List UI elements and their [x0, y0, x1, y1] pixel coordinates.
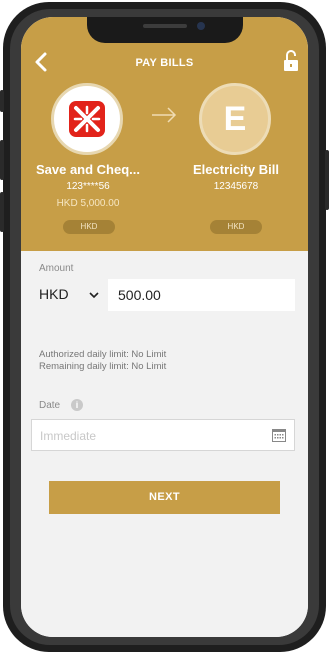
from-account-logo — [51, 83, 123, 155]
amount-input[interactable]: 500.00 — [108, 279, 295, 311]
from-account-number: 123****56 — [66, 181, 110, 192]
payee-avatar: E — [199, 83, 271, 155]
amount-value: 500.00 — [118, 287, 161, 303]
camera — [197, 22, 205, 30]
side-button — [0, 140, 4, 180]
info-icon[interactable]: i — [71, 399, 83, 411]
date-label: Date — [39, 400, 61, 411]
calendar-icon[interactable] — [272, 428, 286, 442]
chevron-down-icon[interactable] — [89, 287, 99, 299]
speaker — [143, 24, 187, 28]
payee-number: 12345678 — [213, 181, 259, 192]
side-button — [0, 90, 4, 112]
page-title: PAY BILLS — [135, 57, 194, 69]
date-input[interactable]: Immediate — [31, 419, 295, 451]
bank-logo-icon — [69, 101, 105, 137]
unlock-icon[interactable] — [283, 49, 299, 73]
header-panel: PAY BILLS E Save and Cheq... 123****56 H… — [21, 17, 308, 251]
arrow-right-icon — [151, 107, 177, 123]
payee-name: Electricity Bill — [193, 162, 279, 177]
limits-info: Authorized daily limit: No Limit Remaini… — [39, 349, 166, 373]
from-account-balance: HKD 5,000.00 — [56, 198, 120, 209]
date-placeholder: Immediate — [40, 429, 97, 443]
payee-currency-badge: HKD — [210, 220, 262, 234]
next-button[interactable]: NEXT — [49, 481, 280, 514]
phone-device: PAY BILLS E Save and Cheq... 123****56 H… — [0, 0, 329, 654]
remaining-limit: Remaining daily limit: No Limit — [39, 361, 167, 372]
from-currency-badge: HKD — [63, 220, 115, 234]
side-button — [0, 192, 4, 232]
amount-label: Amount — [39, 263, 74, 274]
side-button — [325, 150, 329, 210]
currency-select[interactable]: HKD — [39, 286, 69, 302]
app-screen: PAY BILLS E Save and Cheq... 123****56 H… — [21, 17, 308, 637]
payment-form: Amount HKD 500.00 Authorized daily limit… — [21, 251, 308, 637]
notch — [87, 17, 243, 43]
authorized-limit: Authorized daily limit: No Limit — [39, 349, 167, 360]
from-account-name: Save and Cheq... — [35, 162, 141, 177]
